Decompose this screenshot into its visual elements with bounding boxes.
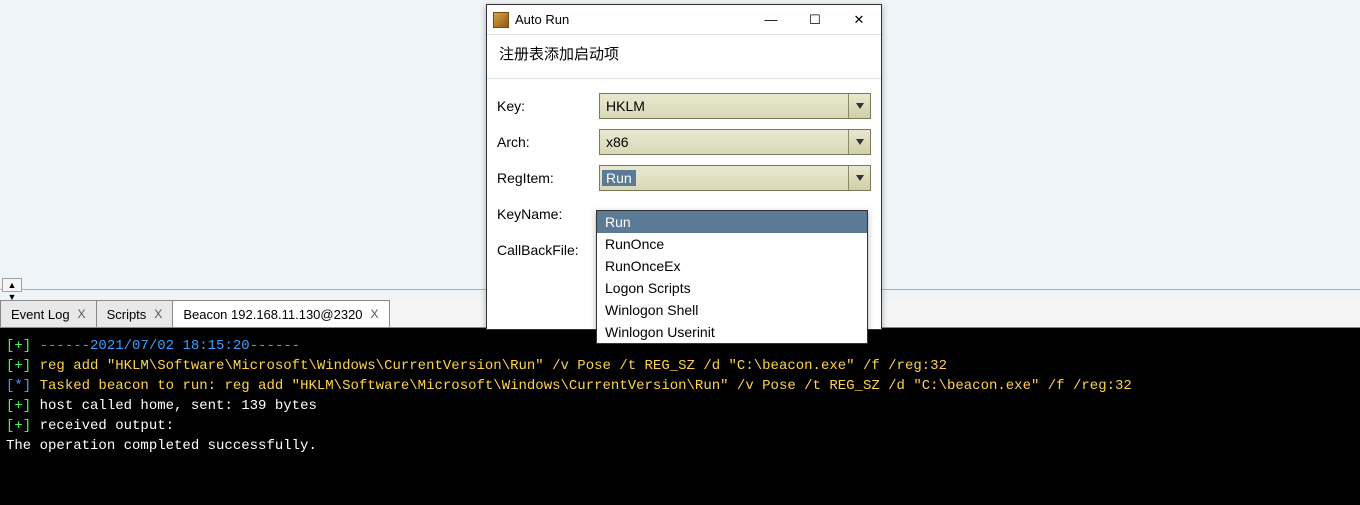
keyname-label: KeyName: — [497, 206, 599, 222]
regitem-label: RegItem: — [497, 170, 599, 186]
arch-label: Arch: — [497, 134, 599, 150]
app-icon — [493, 12, 509, 28]
dropdown-option[interactable]: Logon Scripts — [597, 277, 867, 299]
console-line: [+] received output: — [6, 416, 1354, 436]
regitem-combo[interactable]: Run — [599, 165, 871, 191]
tab-label: Beacon 192.168.11.130@2320 — [183, 307, 362, 322]
dialog-subtitle: 注册表添加启动项 — [487, 35, 881, 79]
tab-close-icon[interactable]: X — [154, 307, 162, 321]
tab-label: Event Log — [11, 307, 70, 322]
dialog-title: Auto Run — [515, 12, 749, 27]
titlebar[interactable]: Auto Run — ☐ ✕ — [487, 5, 881, 35]
maximize-button[interactable]: ☐ — [793, 6, 837, 34]
minimize-button[interactable]: — — [749, 6, 793, 34]
chevron-down-icon — [848, 94, 870, 118]
tab-label: Scripts — [107, 307, 147, 322]
chevron-down-icon — [848, 130, 870, 154]
beacon-console[interactable]: [+] ------2021/07/02 18:15:20------[+] r… — [0, 328, 1360, 505]
callbackfile-label: CallBackFile: — [497, 242, 599, 258]
key-value: HKLM — [606, 98, 645, 114]
console-line: [*] Tasked beacon to run: reg add "HKLM\… — [6, 376, 1354, 396]
arch-combo[interactable]: x86 — [599, 129, 871, 155]
tab-event-log[interactable]: Event Log X — [0, 300, 97, 327]
dropdown-option[interactable]: Run — [597, 211, 867, 233]
regitem-value: Run — [602, 170, 636, 186]
dropdown-option[interactable]: RunOnceEx — [597, 255, 867, 277]
key-combo[interactable]: HKLM — [599, 93, 871, 119]
arch-value: x86 — [606, 134, 629, 150]
chevron-down-icon — [848, 166, 870, 190]
tab-close-icon[interactable]: X — [371, 307, 379, 321]
dropdown-option[interactable]: RunOnce — [597, 233, 867, 255]
tab-close-icon[interactable]: X — [78, 307, 86, 321]
key-label: Key: — [497, 98, 599, 114]
dropdown-option[interactable]: Winlogon Shell — [597, 299, 867, 321]
tab-scripts[interactable]: Scripts X — [96, 300, 174, 327]
tab-beacon-192-168-11-130-2320[interactable]: Beacon 192.168.11.130@2320 X — [172, 300, 389, 327]
regitem-dropdown[interactable]: RunRunOnceRunOnceExLogon ScriptsWinlogon… — [596, 210, 868, 344]
close-button[interactable]: ✕ — [837, 6, 881, 34]
console-line: The operation completed successfully. — [6, 436, 1354, 456]
splitter-handle[interactable]: ▲ ▼ — [2, 278, 22, 292]
console-line: [+] reg add "HKLM\Software\Microsoft\Win… — [6, 356, 1354, 376]
dropdown-option[interactable]: Winlogon Userinit — [597, 321, 867, 343]
console-line: [+] host called home, sent: 139 bytes — [6, 396, 1354, 416]
